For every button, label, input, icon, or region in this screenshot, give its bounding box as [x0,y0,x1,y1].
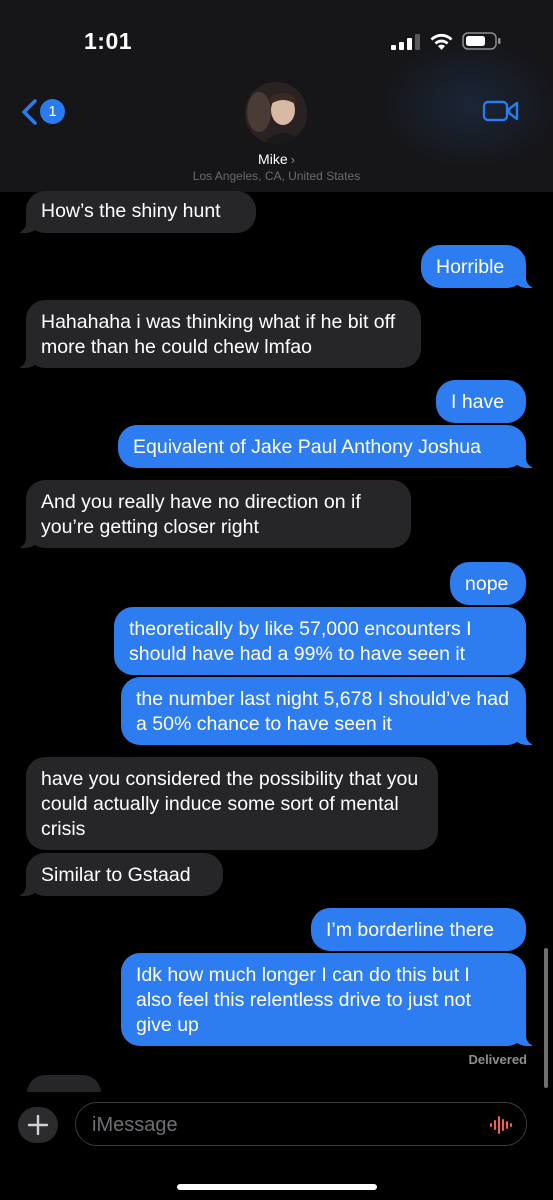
message-text: nope [465,573,509,595]
status-bar: 1:01 [0,0,553,80]
message-received[interactable]: Hahahaha i was thinking what if he bit o… [16,300,421,368]
video-call-button[interactable] [482,99,520,123]
message-text: theoretically by like 57,000 encounters … [129,618,472,665]
message-input-field[interactable] [75,1102,527,1146]
message-sent[interactable]: I have [436,380,526,423]
message-text: Idk how much longer I can do this but I … [136,964,471,1036]
message-text: And you really have no direction on if y… [41,491,361,538]
contact-name-label: Mike [258,151,288,167]
contact-name[interactable]: Mike › [0,151,553,167]
wifi-icon [430,33,453,50]
message-sent[interactable]: Horrible [421,245,536,288]
message-text: the number last night 5,678 I should’ve … [136,688,509,735]
message-received[interactable]: Similar to Gstaad [16,853,223,896]
message-text: have you considered the possibility that… [41,768,419,840]
message-text: I have [451,391,505,413]
message-text: How’s the shiny hunt [41,200,221,222]
scrollbar[interactable] [544,948,548,1088]
message-sent[interactable]: nope [450,562,526,605]
unread-badge: 1 [40,99,65,124]
home-indicator[interactable] [177,1184,377,1190]
video-camera-icon [482,100,519,122]
message-text: Hahahaha i was thinking what if he bit o… [41,311,396,358]
message-sent[interactable]: Equivalent of Jake Paul Anthony Joshua [118,425,536,468]
contact-location: Los Angeles, CA, United States [192,169,361,183]
plus-icon [27,1114,49,1136]
status-time: 1:01 [84,28,133,54]
avatar-photo [245,82,307,144]
battery-icon [462,32,501,50]
message-text: Horrible [436,256,505,278]
message-received[interactable]: How’s the shiny hunt [16,191,256,233]
apps-plus-button[interactable] [18,1107,58,1143]
message-received[interactable]: And you really have no direction on if y… [16,480,411,548]
message-sent[interactable]: I’m borderline there [311,908,526,951]
message-received[interactable]: have you considered the possibility that… [26,757,438,850]
message-input[interactable] [90,1111,474,1139]
message-sent[interactable]: Idk how much longer I can do this but I … [121,953,536,1046]
message-sent[interactable]: the number last night 5,678 I should’ve … [121,677,536,745]
delivery-status: Delivered [468,1052,527,1067]
message-text: Similar to Gstaad [41,864,191,886]
audio-waveform-icon[interactable] [489,1113,513,1137]
signal-icon [391,34,420,50]
message-sent[interactable]: theoretically by like 57,000 encounters … [114,607,526,675]
back-chevron-icon [22,99,37,125]
back-button[interactable]: 1 [20,96,70,128]
message-text: I’m borderline there [326,919,494,941]
chevron-right-icon: › [290,152,295,167]
message-text: Equivalent of Jake Paul Anthony Joshua [133,436,481,458]
avatar[interactable] [245,82,307,144]
